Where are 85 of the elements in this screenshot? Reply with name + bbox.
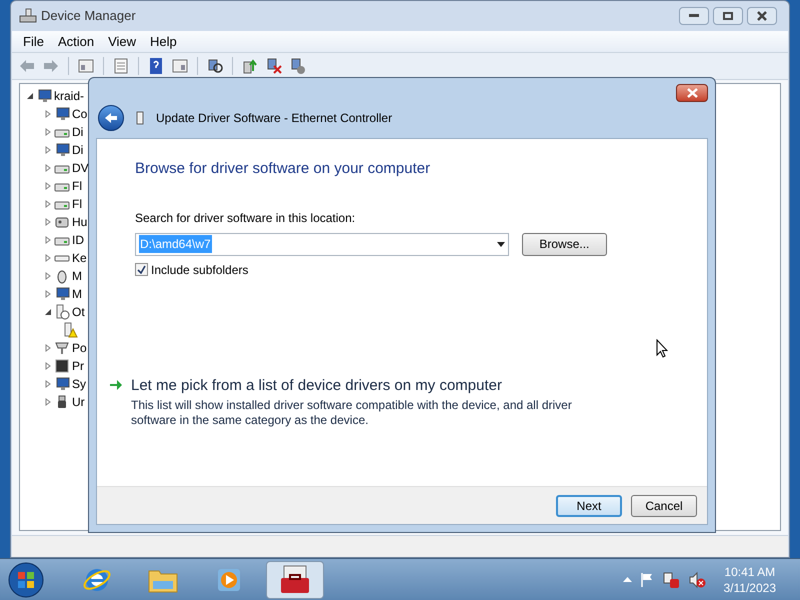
pick-driver-description: This list will show installed driver software compatible with the device, and all driver software in the same category as the device.: [131, 398, 573, 428]
location-label: Search for driver software in this location:: [135, 210, 356, 227]
network-adapter-icon: [136, 111, 144, 125]
tree-item-label[interactable]: Ur: [72, 396, 85, 408]
question-device-icon: [54, 304, 70, 320]
computer-icon: [19, 8, 37, 24]
collapsed-caret-icon[interactable]: [44, 200, 52, 208]
expanded-caret-icon[interactable]: [44, 308, 52, 316]
flag-icon[interactable]: [640, 572, 654, 588]
tree-item-label[interactable]: kraid-: [54, 90, 84, 102]
menu-item[interactable]: File: [16, 32, 51, 52]
collapsed-caret-icon[interactable]: [44, 182, 52, 190]
clock-date: 3/11/2023: [724, 580, 776, 596]
dropdown-arrow-icon: [496, 242, 505, 247]
mouse-cursor-icon: [656, 339, 668, 358]
expanded-caret-icon[interactable]: [26, 92, 34, 100]
checkbox[interactable]: [135, 263, 148, 276]
tree-item-label[interactable]: Hu: [72, 216, 88, 228]
maximize-icon: [723, 12, 733, 20]
collapsed-caret-icon[interactable]: [44, 344, 52, 352]
collapsed-caret-icon[interactable]: [44, 236, 52, 244]
dialog-heading: Browse for driver software on your computer: [135, 160, 432, 179]
start-orb-icon: [8, 562, 44, 598]
checkbox-label: Include subfolders: [151, 262, 248, 279]
minimize-button[interactable]: [679, 7, 709, 25]
collapsed-caret-icon[interactable]: [44, 380, 52, 388]
tree-item-label[interactable]: Fl: [72, 180, 82, 192]
dialog-button[interactable]: Cancel: [631, 494, 697, 516]
chip-icon: [54, 358, 70, 374]
tree-item-label[interactable]: M: [72, 288, 82, 300]
tree-item-label[interactable]: Sy: [72, 378, 86, 390]
monitor-icon: [54, 142, 70, 158]
warning-device-icon: [62, 322, 78, 338]
speaker-muted-icon[interactable]: [688, 570, 706, 588]
monitor-icon: [54, 376, 70, 392]
collapsed-caret-icon[interactable]: [44, 254, 52, 262]
browse-button[interactable]: Browse...: [522, 232, 607, 256]
dialog-title: Update Driver Software - Ethernet Controller: [156, 110, 392, 127]
tree-item-label[interactable]: Co: [72, 108, 88, 120]
menu-item[interactable]: View: [101, 32, 144, 52]
tree-item-label[interactable]: Di: [72, 144, 84, 156]
monitor-icon: [54, 286, 70, 302]
tree-item-label[interactable]: Po: [72, 342, 87, 354]
collapsed-caret-icon[interactable]: [44, 146, 52, 154]
tree-item-label[interactable]: Fl: [72, 198, 82, 210]
pick-driver-link[interactable]: Let me pick from a list of device drivers on my computer: [131, 374, 581, 398]
tree-item-label[interactable]: Pr: [72, 360, 84, 372]
monitor-icon: [54, 106, 70, 122]
menu-item[interactable]: Help: [143, 32, 184, 52]
tree-item-label[interactable]: DV: [72, 162, 89, 174]
network-error-icon[interactable]: [662, 570, 680, 588]
port-icon: [54, 340, 70, 356]
close-icon: [686, 88, 698, 98]
back-arrow-icon: [104, 112, 118, 124]
collapsed-caret-icon[interactable]: [44, 290, 52, 298]
collapsed-caret-icon[interactable]: [44, 362, 52, 370]
window-title: Device Manager: [41, 7, 136, 26]
collapsed-caret-icon[interactable]: [44, 128, 52, 136]
taskbar-app-button[interactable]: [266, 560, 324, 598]
close-icon: [757, 11, 767, 21]
menu-item[interactable]: Action: [50, 32, 102, 52]
tree-item-label[interactable]: M: [72, 270, 82, 282]
check-icon: [137, 265, 146, 274]
maximize-button[interactable]: [713, 7, 743, 25]
collapsed-caret-icon[interactable]: [44, 272, 52, 280]
close-button[interactable]: [747, 7, 777, 25]
start-button[interactable]: [6, 560, 46, 598]
monitor-icon: [36, 88, 52, 104]
location-value: D:\amd64\w7: [139, 235, 212, 254]
tree-item-label[interactable]: Ot: [72, 306, 85, 318]
collapsed-caret-icon[interactable]: [44, 110, 52, 118]
toolbox-icon: [278, 564, 312, 596]
back-button[interactable]: [98, 105, 124, 131]
tree-item-label[interactable]: Ke: [72, 252, 87, 264]
default-button[interactable]: Next: [556, 494, 622, 516]
collapsed-caret-icon[interactable]: [44, 164, 52, 172]
clock-time: 10:41 AM: [724, 564, 776, 580]
right-arrow-icon: [109, 378, 123, 391]
tree-item-label[interactable]: ID: [72, 234, 84, 246]
collapsed-caret-icon[interactable]: [44, 398, 52, 406]
collapsed-caret-icon[interactable]: [44, 218, 52, 226]
show-hidden-icons-icon[interactable]: [622, 577, 632, 582]
minimize-icon: [689, 14, 699, 18]
tree-item-label[interactable]: Di: [72, 126, 84, 138]
close-button[interactable]: [676, 84, 708, 102]
